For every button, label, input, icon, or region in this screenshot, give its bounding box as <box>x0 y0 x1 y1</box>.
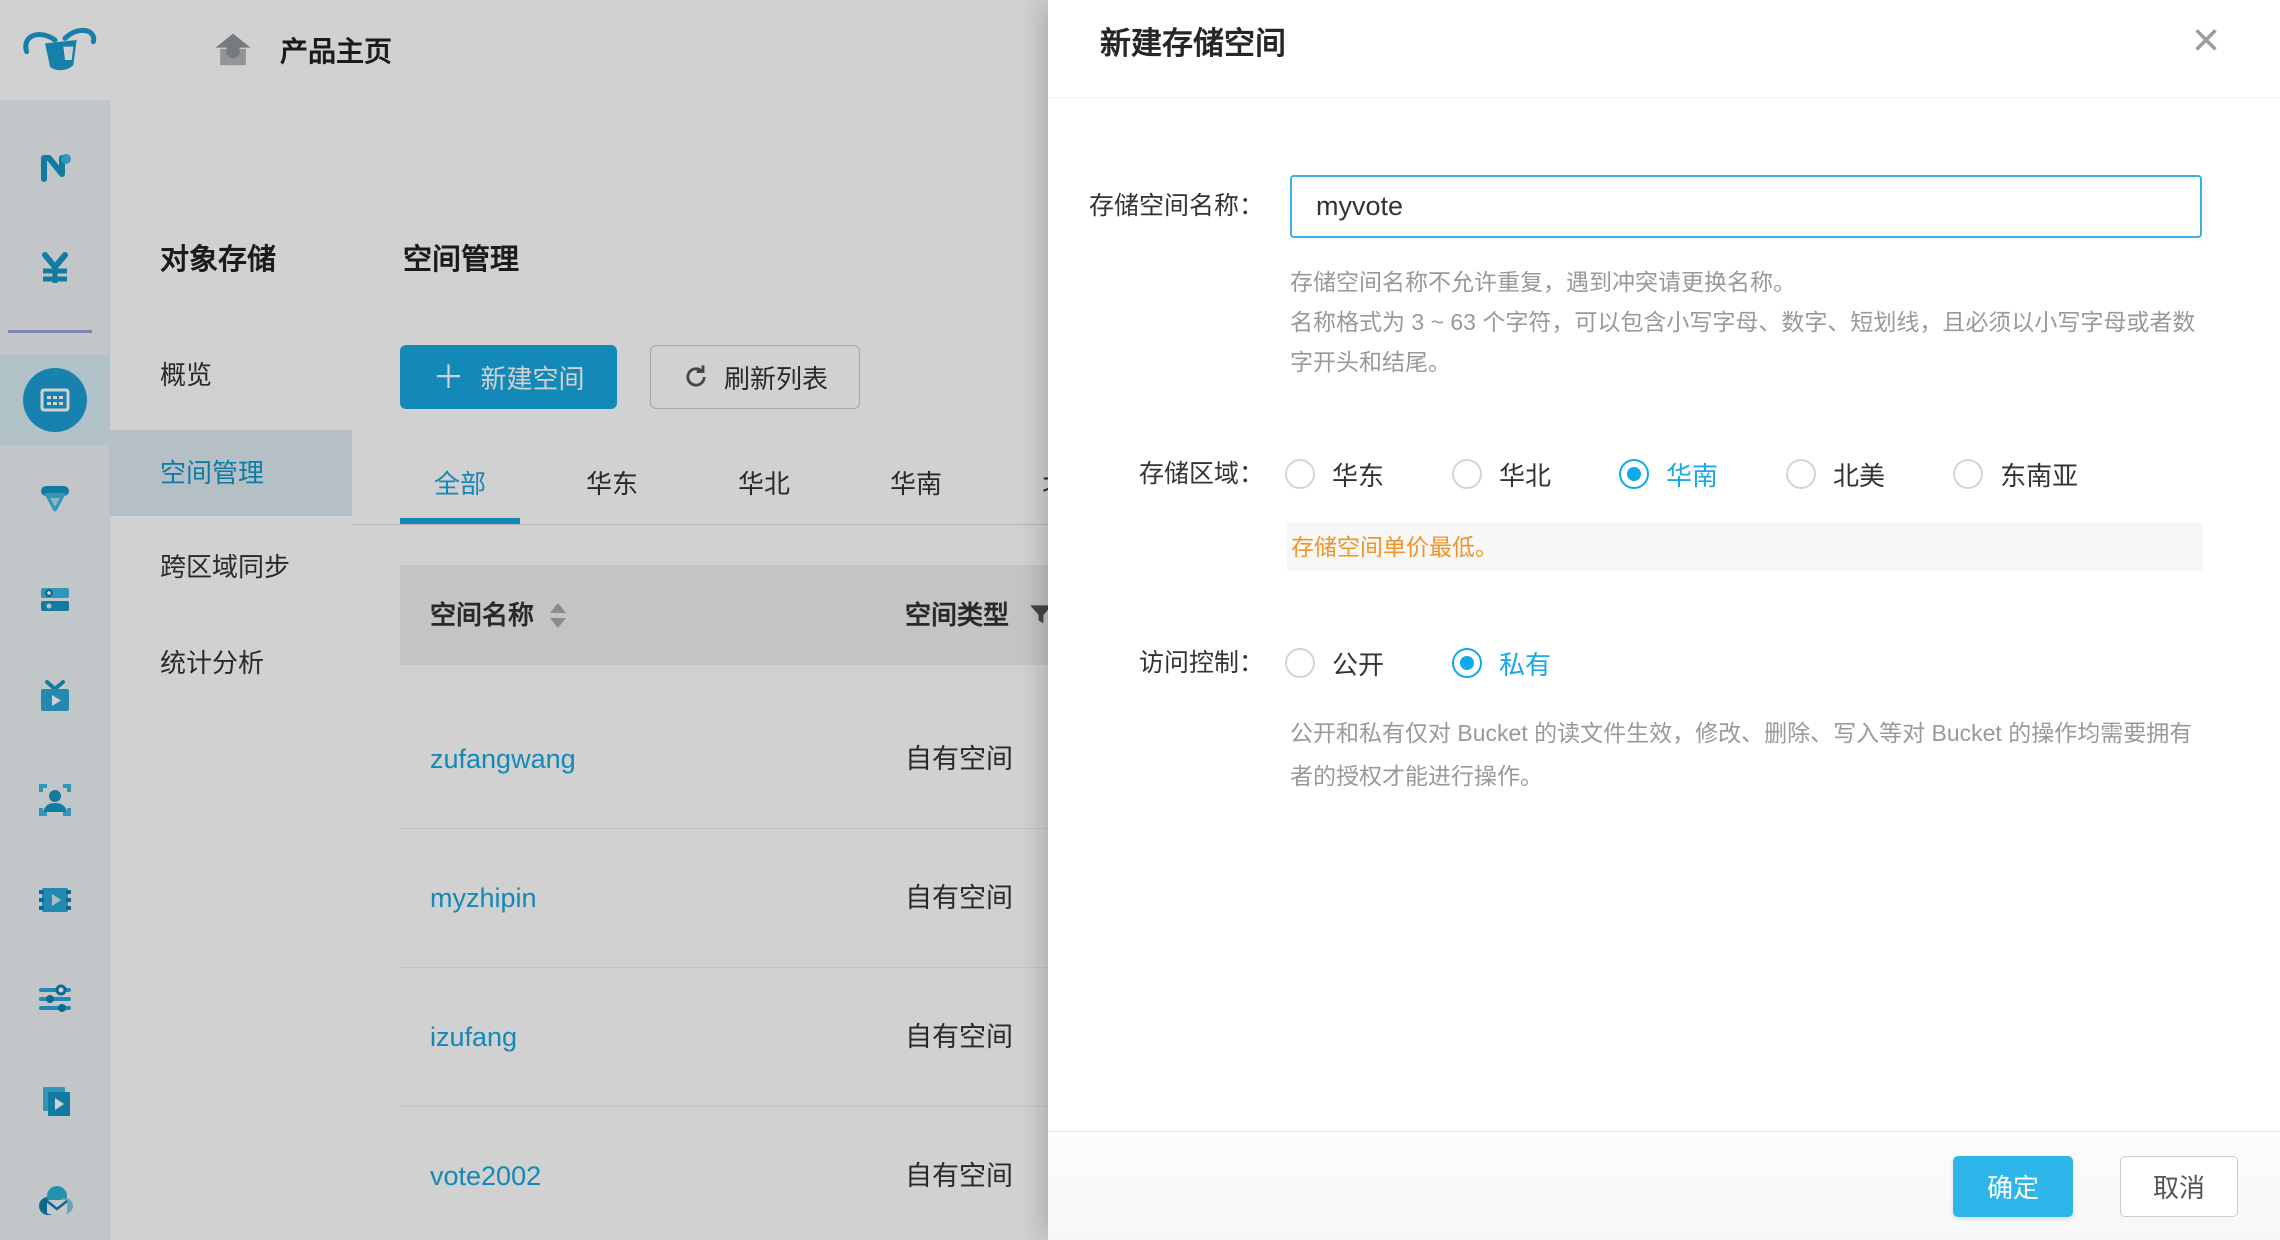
radio-icon <box>1285 459 1315 489</box>
drawer-header-divider <box>1048 97 2280 98</box>
access-option-public[interactable]: 公开 <box>1285 645 1384 682</box>
access-control-label: 访问控制： <box>1048 639 1264 687</box>
region-option-huadong[interactable]: 华东 <box>1285 456 1384 493</box>
confirm-button[interactable]: 确定 <box>1953 1156 2073 1217</box>
radio-icon <box>1953 459 1983 489</box>
close-icon[interactable]: × <box>2176 8 2236 74</box>
access-option-private[interactable]: 私有 <box>1452 645 1551 682</box>
bucket-name-label: 存储空间名称： <box>1048 175 1264 238</box>
region-label: 存储区域： <box>1048 450 1264 498</box>
drawer-title: 新建存储空间 <box>1100 14 1286 74</box>
cancel-button[interactable]: 取消 <box>2120 1156 2238 1217</box>
create-bucket-drawer: 新建存储空间 × 存储空间名称： 存储空间名称不允许重复，遇到冲突请更换名称。 … <box>1048 0 2280 1240</box>
region-option-dongnanya[interactable]: 东南亚 <box>1953 456 2078 493</box>
radio-icon <box>1786 459 1816 489</box>
radio-icon <box>1452 459 1482 489</box>
region-price-note: 存储空间单价最低。 <box>1287 523 2203 571</box>
region-option-beimei[interactable]: 北美 <box>1786 456 1885 493</box>
radio-checked-icon <box>1452 648 1482 678</box>
region-option-huanan[interactable]: 华南 <box>1619 456 1718 493</box>
drawer-footer: 确定 取消 <box>1048 1131 2280 1240</box>
access-control-help: 公开和私有仅对 Bucket 的读文件生效，修改、删除、写入等对 Bucket … <box>1290 712 2205 798</box>
radio-icon <box>1285 648 1315 678</box>
bucket-name-help: 存储空间名称不允许重复，遇到冲突请更换名称。 名称格式为 3 ~ 63 个字符，… <box>1290 262 2205 382</box>
console-page: 产品主页 <box>0 0 2280 1240</box>
bucket-name-input[interactable] <box>1290 175 2202 238</box>
region-option-huabei[interactable]: 华北 <box>1452 456 1551 493</box>
access-radio-group: 公开 私有 <box>1285 639 1619 687</box>
region-radio-group: 华东 华北 华南 北美 东南亚 <box>1285 450 2146 498</box>
radio-checked-icon <box>1619 459 1649 489</box>
